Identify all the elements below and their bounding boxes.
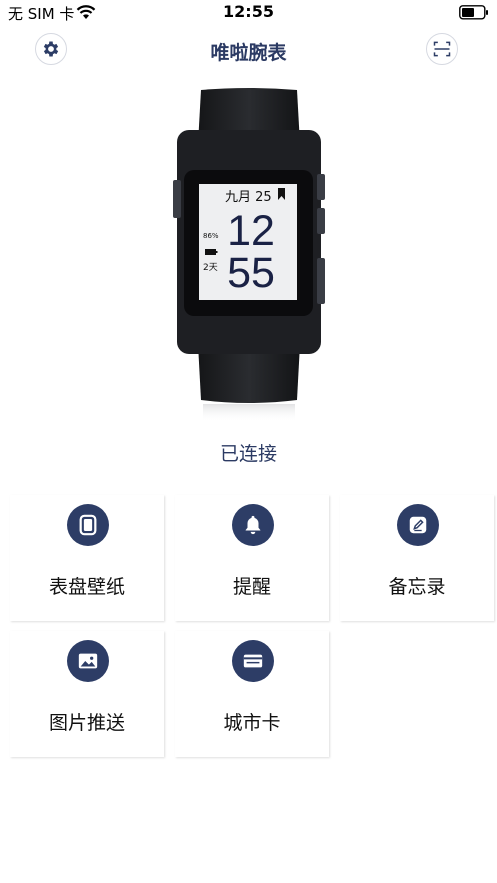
watch-days: 2天 — [203, 263, 218, 273]
card-icon — [232, 640, 274, 682]
feature-image-push[interactable]: 图片推送 — [10, 631, 164, 757]
bell-icon — [232, 504, 274, 546]
image-icon — [67, 640, 109, 682]
watch-face-icon — [67, 504, 109, 546]
watch-date: 九月 25 — [225, 190, 272, 205]
feature-label: 提醒 — [232, 576, 271, 598]
feature-label: 图片推送 — [48, 712, 125, 734]
feature-label: 备忘录 — [388, 576, 446, 598]
feature-watch-face[interactable]: 表盘壁纸 — [10, 495, 164, 621]
scan-icon — [433, 41, 451, 57]
nav-bar: 唯啦腕表 — [0, 26, 497, 76]
battery-icon — [459, 5, 488, 20]
watch-hour: 12 — [227, 207, 275, 255]
feature-city-card[interactable]: 城市卡 — [175, 631, 329, 757]
memo-edit-icon — [397, 504, 439, 546]
feature-memo[interactable]: 备忘录 — [340, 495, 494, 621]
watch-battery-percent: 86% — [203, 232, 219, 240]
feature-reminder[interactable]: 提醒 — [175, 495, 329, 621]
status-time: 12:55 — [223, 2, 274, 21]
connection-status: 已连接 — [219, 443, 277, 465]
page-title: 唯啦腕表 — [210, 42, 287, 64]
scan-button[interactable] — [426, 33, 458, 65]
feature-label: 城市卡 — [223, 712, 281, 734]
status-bar: 无 SIM 卡 12:55 — [0, 0, 497, 26]
feature-label: 表盘壁纸 — [48, 576, 125, 598]
watch-minute: 55 — [227, 249, 275, 297]
